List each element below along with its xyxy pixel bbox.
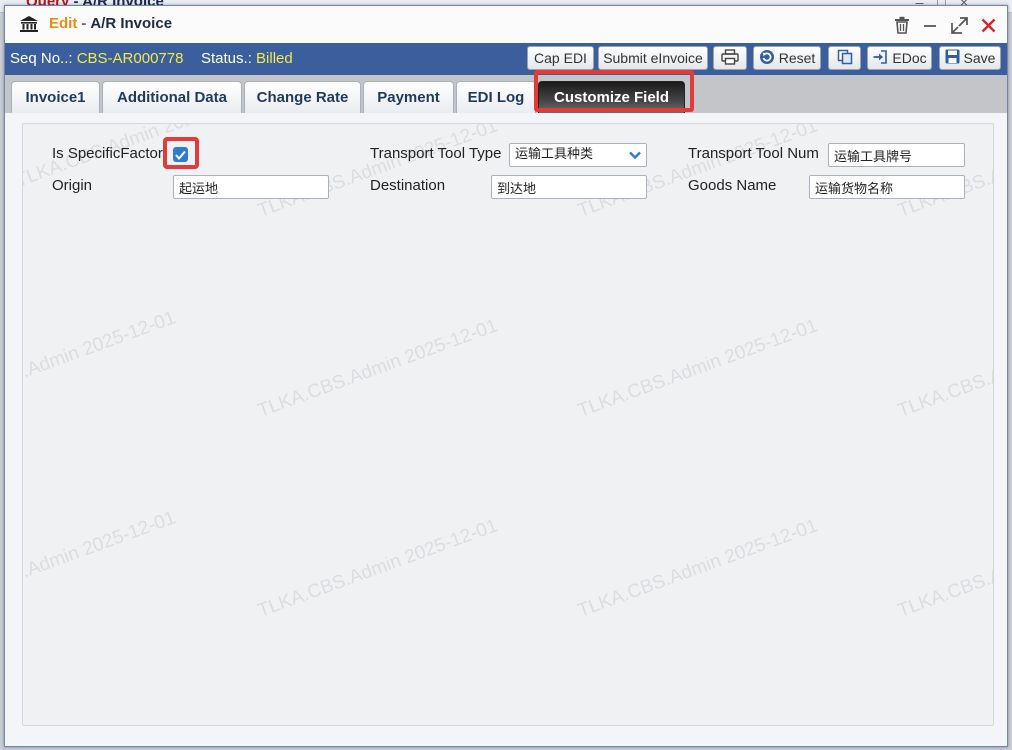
toolbar: Seq No..: CBS-AR000778 Status.: Billed C… [5, 43, 1007, 75]
minimize-icon[interactable] [919, 14, 941, 36]
trash-icon[interactable] [891, 14, 913, 36]
transport-tool-type-label: Transport Tool Type [370, 145, 502, 162]
seq-info: Seq No..: CBS-AR000778 [10, 50, 183, 67]
save-button[interactable]: Save [939, 46, 1001, 70]
cap-edi-button[interactable]: Cap EDI [527, 46, 594, 70]
printer-icon [721, 48, 739, 68]
tab-invoice1[interactable]: Invoice1 [11, 81, 100, 113]
tab-edi-log[interactable]: EDI Log [456, 81, 536, 113]
window-title: Edit - A/R Invoice [49, 15, 173, 32]
copy-icon [837, 49, 853, 68]
customize-field-panel: TLKA.CBS.Admin 2025-12-01 TLKA.CBS.Admin… [22, 123, 994, 726]
status-value: Billed [256, 50, 293, 67]
transport-tool-type-value: 运输工具种类 [515, 147, 594, 162]
watermark: TLKA.CBS.Admin 2025-12-01 [22, 507, 179, 614]
transport-tool-num-label: Transport Tool Num [688, 145, 819, 162]
watermark: TLKA.CBS.Admin 2025-12-01 [255, 315, 501, 422]
destination-label: Destination [370, 177, 446, 194]
window-title-text: A/R Invoice [90, 15, 173, 32]
watermark: TLKA.CBS.Admin 2025-12-01 [895, 515, 994, 622]
tab-additional-data[interactable]: Additional Data [102, 81, 242, 113]
goods-name-input[interactable] [809, 175, 965, 199]
watermark: TLKA.CBS.Admin 2025-12-01 [575, 123, 821, 222]
mode-label: Edit [49, 15, 78, 32]
seq-value: CBS-AR000778 [76, 50, 184, 67]
watermark: TLKA.CBS.Admin 2025-12-01 [575, 515, 821, 622]
is-specific-factor-label: Is SpecificFactor [52, 145, 163, 162]
maximize-icon[interactable] [948, 14, 970, 36]
origin-input[interactable] [173, 175, 329, 199]
watermark: TLKA.CBS.Admin 2025-12-01 [895, 315, 994, 422]
status-info: Status.: Billed [201, 50, 293, 67]
goods-name-label: Goods Name [688, 177, 777, 194]
chevron-down-icon [627, 147, 643, 171]
tab-change-rate[interactable]: Change Rate [244, 81, 361, 113]
watermark: TLKA.CBS.Admin 2025-12-01 [255, 123, 501, 222]
edoc-button[interactable]: EDoc [867, 46, 932, 70]
invoice-window: Edit - A/R Invoice Seq No..: CBS-AR000778 … [4, 5, 1008, 747]
seq-label: Seq No..: [10, 50, 73, 67]
transport-tool-num-input[interactable] [828, 143, 965, 167]
is-specific-factor-checkbox[interactable] [173, 147, 188, 162]
copy-button[interactable] [828, 46, 861, 70]
destination-input[interactable] [491, 175, 647, 199]
refresh-icon [759, 49, 775, 68]
origin-label: Origin [52, 177, 93, 194]
status-label: Status.: [201, 50, 252, 67]
floppy-icon [945, 49, 960, 67]
save-label: Save [963, 50, 996, 66]
watermark: TLKA.CBS.Admin 2025-12-01 [22, 307, 179, 414]
checkmark-icon [175, 150, 186, 160]
reset-button[interactable]: Reset [753, 46, 821, 70]
submit-einvoice-button[interactable]: Submit eInvoice [598, 46, 708, 70]
tab-payment[interactable]: Payment [363, 81, 454, 113]
close-icon[interactable] [977, 14, 999, 36]
bank-icon [19, 15, 39, 36]
watermark: TLKA.CBS.Admin 2025-12-01 [255, 515, 501, 622]
title-bar: Edit - A/R Invoice [5, 6, 1007, 44]
tab-customize-field[interactable]: Customize Field [538, 81, 685, 113]
reset-label: Reset [778, 50, 816, 66]
edoc-label: EDoc [892, 50, 927, 66]
tab-strip: Invoice1 Additional Data Change Rate Pay… [5, 75, 1007, 113]
watermark: TLKA.CBS.Admin 2025-12-01 [895, 124, 993, 223]
import-icon [872, 49, 888, 68]
watermark: TLKA.CBS.Admin 2025-12-01 [575, 315, 821, 422]
transport-tool-type-select[interactable]: 运输工具种类 [509, 143, 647, 167]
print-button[interactable] [713, 46, 747, 70]
